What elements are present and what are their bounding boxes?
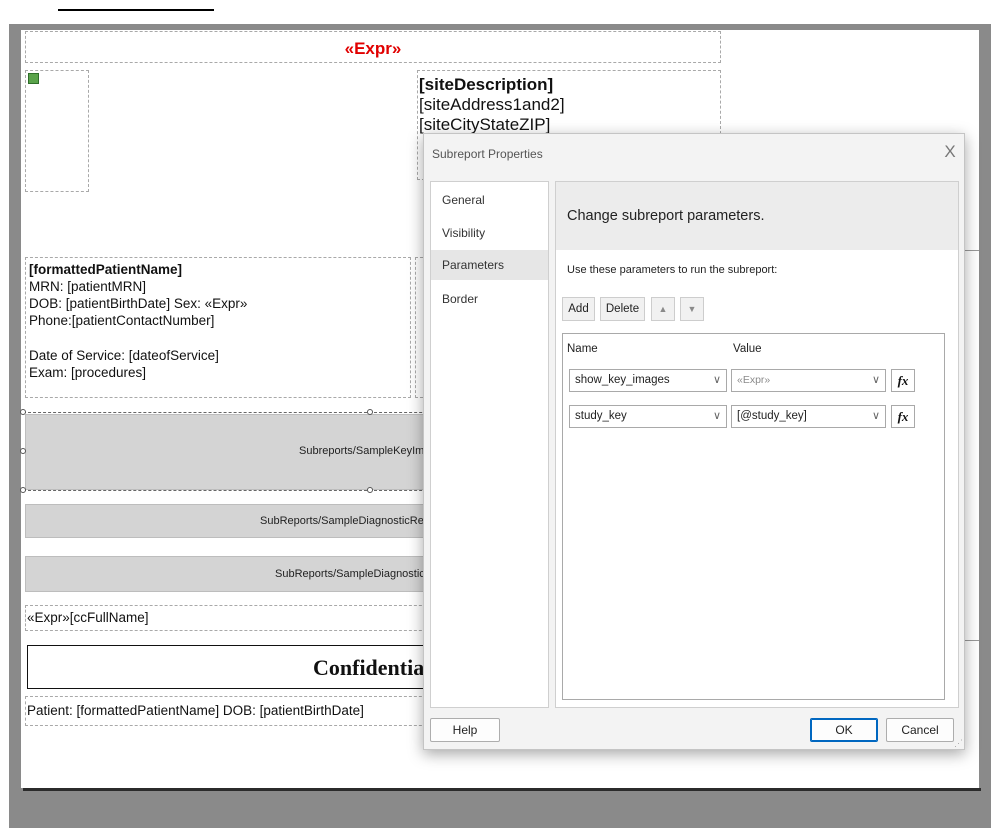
parameter-name-select[interactable]: show_key_images ∨ [569,369,727,392]
site-city-state-zip: [siteCityStateZIP] [419,115,551,134]
top-underline [58,9,214,11]
subreport-diagnostic-2-label: SubReports/SampleDiagnosticR [275,568,433,580]
nav-item-general[interactable]: General [431,185,548,215]
panel-description: Use these parameters to run the subrepor… [567,264,778,276]
resize-grip-icon[interactable]: ⋰ [954,738,964,748]
nav-item-visibility[interactable]: Visibility [431,218,548,248]
subreport-diagnostic-1-label: SubReports/SampleDiagnosticRep [260,515,430,527]
parameter-name-value: show_key_images [575,374,670,386]
confidential-label: Confidentia [313,655,425,680]
expression-button[interactable]: fx [891,369,915,392]
logo-image-box[interactable] [25,70,89,192]
subreport-properties-dialog[interactable]: Subreport Properties X General Visibilit… [423,133,965,750]
move-up-button[interactable]: ▲ [651,297,675,321]
resize-handle-top-middle[interactable] [367,409,373,415]
parameter-value-select[interactable]: «Expr» ∨ [731,369,886,392]
chevron-down-icon: ∨ [712,374,721,386]
dialog-title: Subreport Properties [432,147,543,161]
chevron-down-icon: ∨ [871,374,880,386]
resize-handle-bottom-middle[interactable] [367,487,373,493]
column-header-value: Value [733,343,762,355]
panel-header-text: Change subreport parameters. [567,208,765,224]
delete-button[interactable]: Delete [600,297,645,321]
panel-header: Change subreport parameters. [556,182,958,250]
expression-button[interactable]: fx [891,405,915,428]
margin-line-1 [964,250,979,251]
parameter-value-select[interactable]: [@study_key] ∨ [731,405,886,428]
title-band[interactable]: «Expr» [25,31,721,63]
patient-name: [formattedPatientName] [29,262,183,277]
image-placeholder-icon [28,73,39,84]
resize-handle-top-left[interactable] [20,409,26,415]
exam-procedures: Exam: [procedures] [29,365,147,380]
nav-item-border[interactable]: Border [431,284,548,314]
help-button[interactable]: Help [430,718,500,742]
parameter-name-select[interactable]: study_key ∨ [569,405,727,428]
title-expr: «Expr» [344,39,402,58]
cancel-button[interactable]: Cancel [886,718,954,742]
date-of-service: Date of Service: [dateofService] [29,348,219,363]
arrow-down-icon: ▼ [687,304,697,314]
move-down-button[interactable]: ▼ [680,297,704,321]
parameter-name-value: study_key [575,410,627,422]
chevron-down-icon: ∨ [712,410,721,422]
footer-patient-dob: Patient: [formattedPatientName] DOB: [pa… [27,703,364,718]
patient-info-box[interactable]: [formattedPatientName] MRN: [patientMRN]… [25,257,411,398]
subreport-key-images-label: Subreports/SampleKeyIma [299,445,431,457]
patient-dob-sex: DOB: [patientBirthDate] Sex: «Expr» [29,296,248,311]
function-icon: fx [897,409,909,424]
chevron-down-icon: ∨ [871,410,880,422]
dialog-nav: General Visibility Parameters Border [430,181,549,708]
parameters-grid: Name Value show_key_images ∨ «Expr» ∨ fx… [562,333,945,700]
page-shadow [23,788,981,791]
patient-phone: Phone:[patientContactNumber] [29,313,215,328]
arrow-up-icon: ▲ [658,304,668,314]
ok-button[interactable]: OK [810,718,878,742]
cc-full-name: «Expr»[ccFullName] [27,610,149,625]
column-header-name: Name [567,343,598,355]
close-icon[interactable]: X [939,141,961,163]
site-address: [siteAddress1and2] [419,95,565,114]
parameter-value-value: «Expr» [737,374,771,386]
margin-line-2 [964,640,979,641]
patient-mrn: MRN: [patientMRN] [29,279,147,294]
resize-handle-bottom-left[interactable] [20,487,26,493]
nav-item-parameters[interactable]: Parameters [431,250,548,280]
site-description: [siteDescription] [419,75,554,94]
add-button[interactable]: Add [562,297,595,321]
parameter-value-value: [@study_key] [737,410,807,422]
resize-handle-middle-left[interactable] [20,448,26,454]
parameters-panel: Change subreport parameters. Use these p… [555,181,959,708]
function-icon: fx [897,373,909,388]
